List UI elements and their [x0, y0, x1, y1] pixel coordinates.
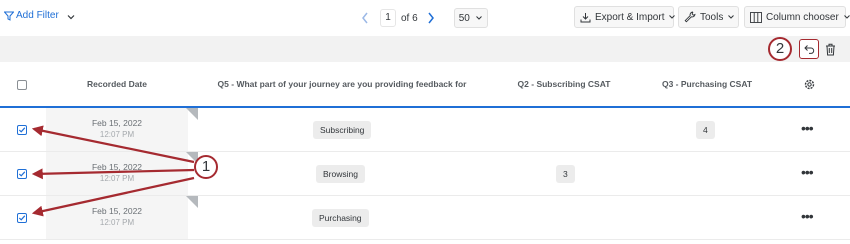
undo-button[interactable]	[799, 39, 819, 59]
table-row[interactable]: Feb 15, 2022 12:07 PM Browsing 3 •••	[0, 152, 850, 196]
row-menu-button[interactable]: •••	[801, 121, 814, 135]
check-icon	[18, 215, 26, 221]
q5-answer-chip: Subscribing	[313, 121, 372, 139]
per-page-value: 50	[458, 12, 470, 24]
chevron-down-icon	[728, 15, 735, 19]
page-number-input[interactable]: 1	[380, 9, 396, 27]
page-count: of 6	[401, 12, 418, 24]
chevron-down-icon	[843, 15, 850, 19]
selection-action-bar: 2	[0, 36, 850, 62]
toolbar: Add Filter 1 of 6 50 Export & Import Too…	[0, 0, 850, 36]
recorded-time: 12:07 PM	[99, 218, 135, 227]
select-all-checkbox[interactable]	[17, 80, 27, 90]
next-page-button[interactable]	[424, 9, 438, 27]
recorded-date-cell: Feb 15, 2022 12:07 PM	[46, 108, 188, 151]
row-menu-button[interactable]: •••	[801, 209, 814, 223]
column-header-q5[interactable]: Q5 - What part of your journey are you p…	[208, 62, 476, 106]
tools-label: Tools	[700, 11, 724, 23]
row-checkbox[interactable]	[17, 125, 27, 135]
callout-2: 2	[768, 37, 792, 61]
recorded-time: 12:07 PM	[99, 174, 135, 183]
check-icon	[18, 171, 26, 177]
undo-icon	[803, 45, 814, 54]
export-import-label: Export & Import	[595, 11, 665, 23]
column-chooser-label: Column chooser	[766, 11, 839, 23]
table-row[interactable]: Feb 15, 2022 12:07 PM Subscribing 4 •••	[0, 108, 850, 152]
check-icon	[18, 127, 26, 133]
recorded-date: Feb 15, 2022	[91, 118, 143, 128]
recorded-date-cell: Feb 15, 2022 12:07 PM	[46, 196, 188, 239]
recorded-time: 12:07 PM	[99, 130, 135, 139]
chevron-right-icon	[428, 12, 434, 24]
trash-icon	[825, 43, 835, 55]
row-menu-button[interactable]: •••	[801, 165, 814, 179]
table-row[interactable]: Feb 15, 2022 12:07 PM Purchasing •••	[0, 196, 850, 240]
recorded-date: Feb 15, 2022	[91, 206, 143, 216]
recorded-date-cell: Feb 15, 2022 12:07 PM	[46, 152, 188, 195]
add-filter-label: Add Filter	[16, 10, 59, 21]
tools-button[interactable]: Tools	[678, 6, 739, 28]
cell-corner-marker	[186, 108, 198, 120]
q5-answer-chip: Browsing	[316, 165, 365, 183]
gear-icon[interactable]	[803, 78, 816, 91]
cell-corner-marker	[186, 196, 198, 208]
q3-answer-chip: 4	[696, 121, 715, 139]
table-header: Recorded Date Q5 - What part of your jou…	[0, 62, 850, 108]
row-checkbox[interactable]	[17, 169, 27, 179]
prev-page-button[interactable]	[358, 9, 372, 27]
chevron-down-icon[interactable]	[66, 12, 76, 22]
per-page-select[interactable]: 50	[453, 8, 488, 28]
export-import-button[interactable]: Export & Import	[574, 6, 676, 28]
q5-answer-chip: Purchasing	[312, 209, 369, 227]
delete-button[interactable]	[822, 40, 838, 58]
wrench-icon	[684, 11, 696, 23]
q2-answer-chip: 3	[556, 165, 575, 183]
callout-1: 1	[194, 155, 218, 179]
column-header-q2[interactable]: Q2 - Subscribing CSAT	[500, 62, 628, 106]
filter-icon	[4, 11, 14, 21]
chevron-down-icon	[475, 16, 482, 20]
download-icon	[580, 12, 591, 22]
column-header-recorded-date[interactable]: Recorded Date	[46, 62, 188, 106]
row-checkbox[interactable]	[17, 213, 27, 223]
column-header-q3[interactable]: Q3 - Purchasing CSAT	[645, 62, 769, 106]
chevron-down-icon	[669, 15, 676, 19]
add-filter-button[interactable]: Add Filter	[4, 10, 59, 21]
column-chooser-button[interactable]: Column chooser	[744, 6, 850, 28]
pagination: 1 of 6 50	[358, 8, 488, 28]
recorded-date: Feb 15, 2022	[91, 162, 143, 172]
chevron-left-icon	[362, 12, 368, 24]
columns-icon	[750, 11, 762, 23]
